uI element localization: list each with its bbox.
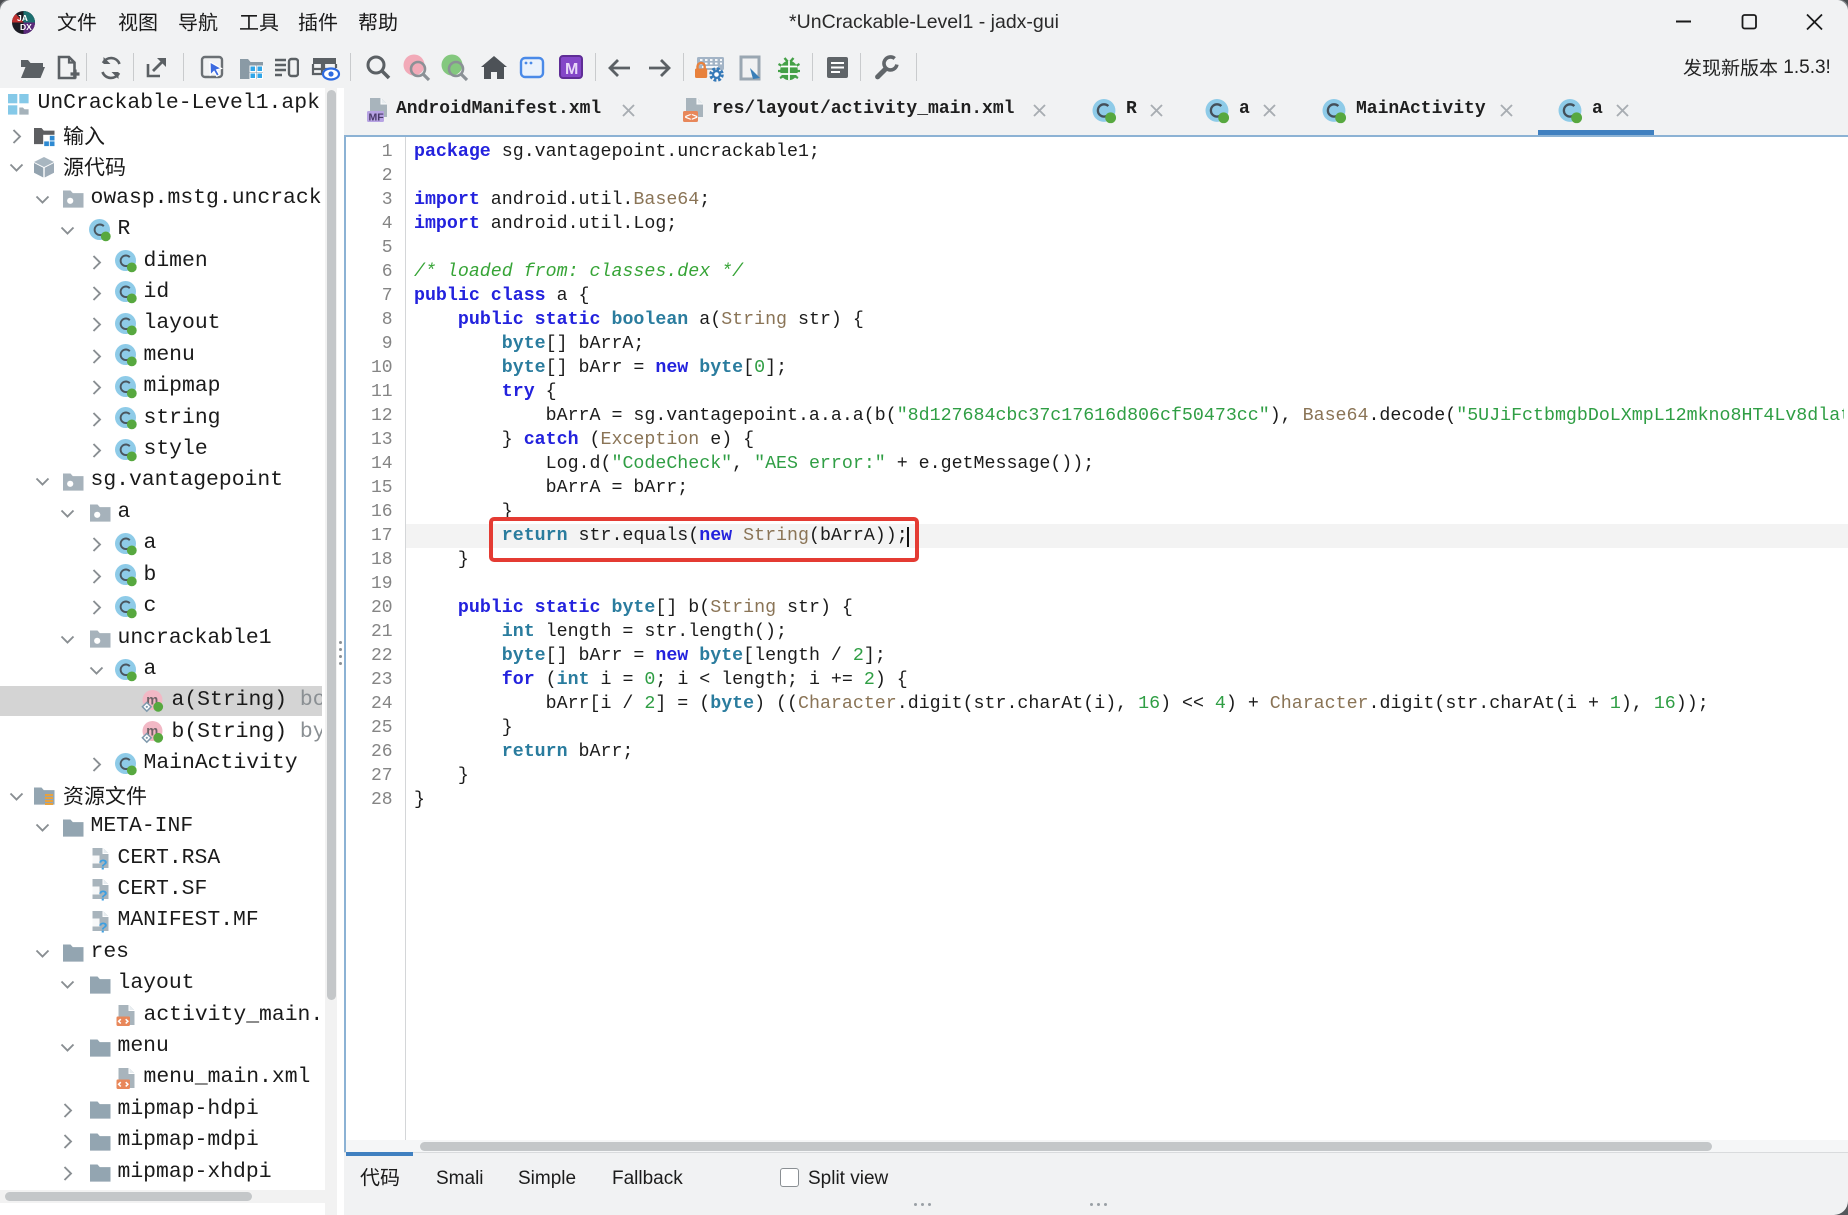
svg-text:MF: MF: [369, 112, 385, 124]
svg-text:<>: <>: [685, 113, 699, 125]
svg-text:M: M: [565, 61, 578, 78]
